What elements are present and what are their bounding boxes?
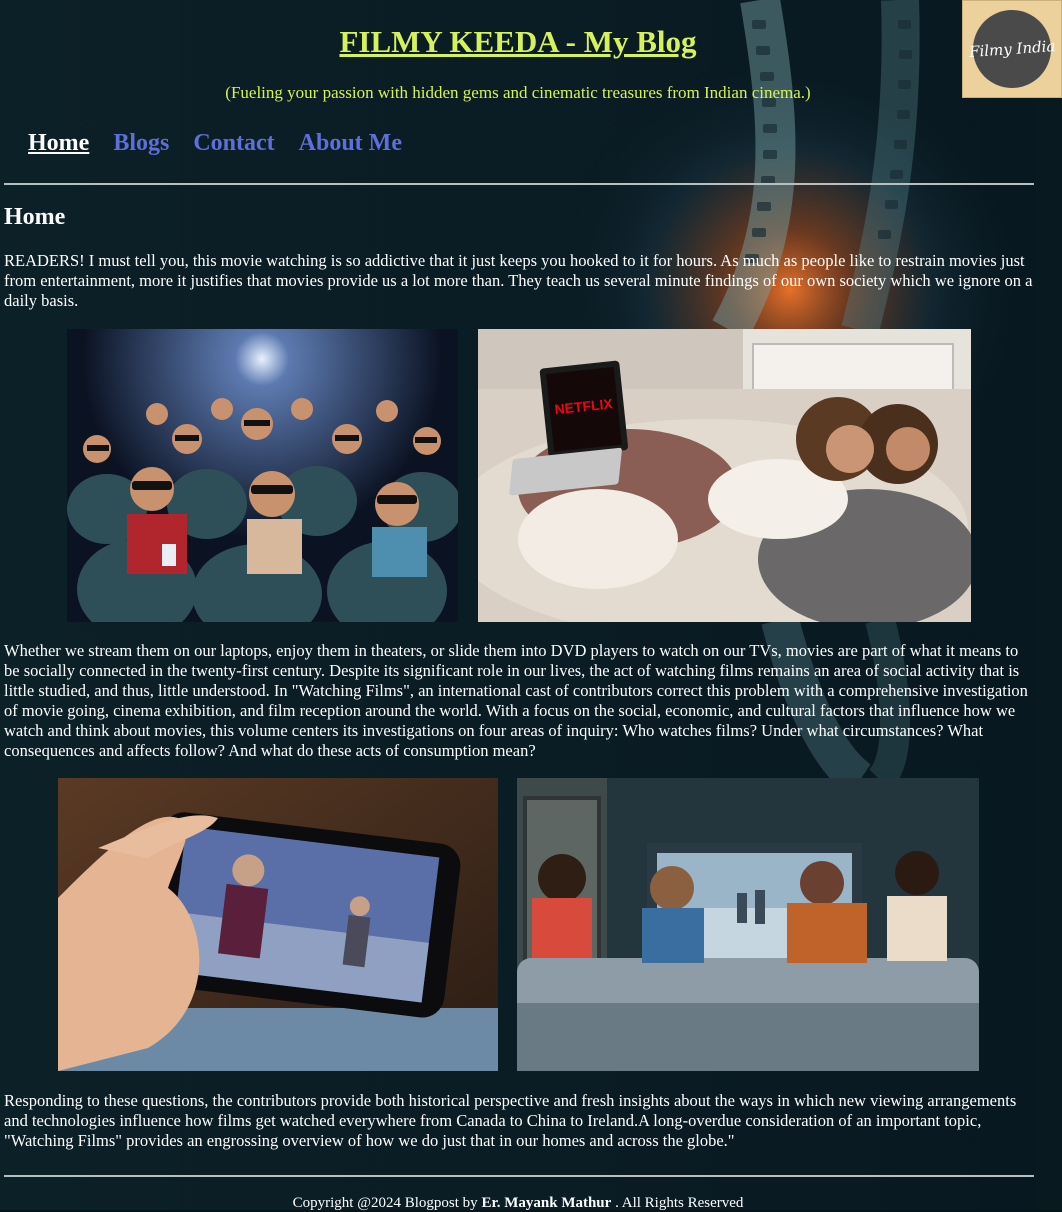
couple-laptop-image: NETFLIX xyxy=(478,329,971,622)
footer-rights: . All Rights Reserved xyxy=(611,1195,744,1211)
footer-divider xyxy=(4,1175,1034,1177)
closing-paragraph: Responding to these questions, the contr… xyxy=(4,1091,1017,1150)
phone-viewing-image xyxy=(58,778,498,1071)
logo-text: Filmy India xyxy=(968,37,1056,61)
logo-badge: Filmy India xyxy=(968,10,1056,88)
header-divider xyxy=(4,183,1034,185)
nav-blogs-link[interactable]: Blogs xyxy=(113,130,169,157)
nav-home-link[interactable]: Home xyxy=(28,130,89,157)
body-paragraph: Whether we stream them on our laptops, e… xyxy=(4,641,1028,760)
footer: Copyright @2024 Blogpost by Er. Mayank M… xyxy=(0,1195,1036,1212)
footer-copyright: Copyright @2024 Blogpost by xyxy=(292,1195,482,1211)
section-heading: Home xyxy=(4,204,66,230)
cinema-audience-image xyxy=(67,329,458,622)
intro-paragraph: READERS! I must tell you, this movie wat… xyxy=(4,251,1033,310)
tv-room-image xyxy=(517,778,979,1071)
main-nav: Home Blogs Contact About Me xyxy=(28,130,402,157)
footer-author[interactable]: Er. Mayank Mathur xyxy=(481,1195,611,1211)
site-title[interactable]: FILMY KEEDA - My Blog xyxy=(0,24,1036,60)
nav-about-link[interactable]: About Me xyxy=(299,130,402,157)
site-tagline: (Fueling your passion with hidden gems a… xyxy=(225,83,811,102)
page: FILMY KEEDA - My Blog (Fueling your pass… xyxy=(0,0,1062,1212)
nav-contact-link[interactable]: Contact xyxy=(193,130,274,157)
site-logo[interactable]: Filmy India xyxy=(962,0,1062,98)
